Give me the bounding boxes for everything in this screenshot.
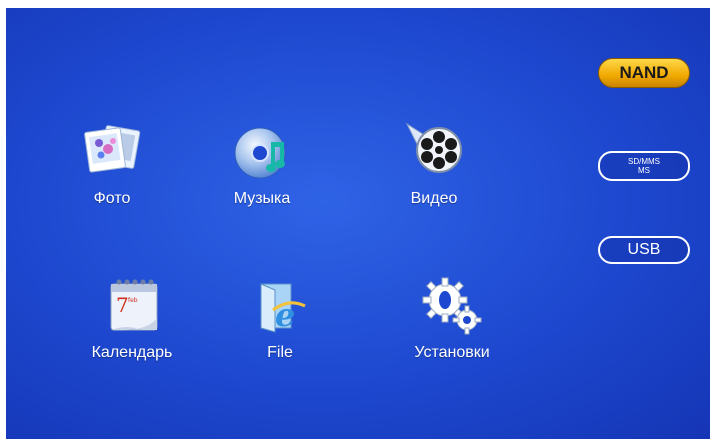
app-label: Установки	[414, 344, 490, 361]
storage-usb-label: USB	[627, 241, 661, 258]
app-calendar[interactable]: 7 feb Календарь	[72, 270, 192, 380]
storage-sd-button[interactable]: SD/MMS MS	[598, 151, 690, 181]
photo-icon	[84, 125, 141, 173]
app-label: Календарь	[91, 344, 173, 361]
storage-sd-label-line2: MS	[638, 166, 650, 175]
svg-text:7: 7	[116, 293, 129, 317]
main-menu-screen: Фото Музыка Видео 7 feb Календарь e File…	[6, 8, 710, 439]
app-video[interactable]: Видео	[374, 116, 494, 226]
app-label: Видео	[410, 190, 458, 207]
storage-usb-button[interactable]: USB	[598, 236, 690, 264]
calendar-icon: 7 feb	[110, 279, 158, 331]
app-music[interactable]: Музыка	[202, 116, 322, 226]
app-file[interactable]: e File	[220, 270, 340, 380]
gears-icon	[422, 277, 482, 335]
storage-sd-label-line1: SD/MMS	[628, 157, 660, 166]
app-settings[interactable]: Установки	[392, 270, 512, 380]
app-label: File	[267, 344, 293, 361]
app-label: Музыка	[233, 190, 291, 207]
app-photo[interactable]: Фото	[52, 116, 172, 226]
app-label: Фото	[93, 190, 131, 207]
music-cd-icon	[234, 127, 286, 179]
svg-text:feb: feb	[128, 297, 138, 304]
film-reel-icon	[405, 122, 462, 173]
storage-nand-label: NAND	[619, 63, 669, 82]
storage-nand-button[interactable]: NAND	[598, 58, 690, 88]
file-ie-icon: e	[260, 283, 306, 334]
